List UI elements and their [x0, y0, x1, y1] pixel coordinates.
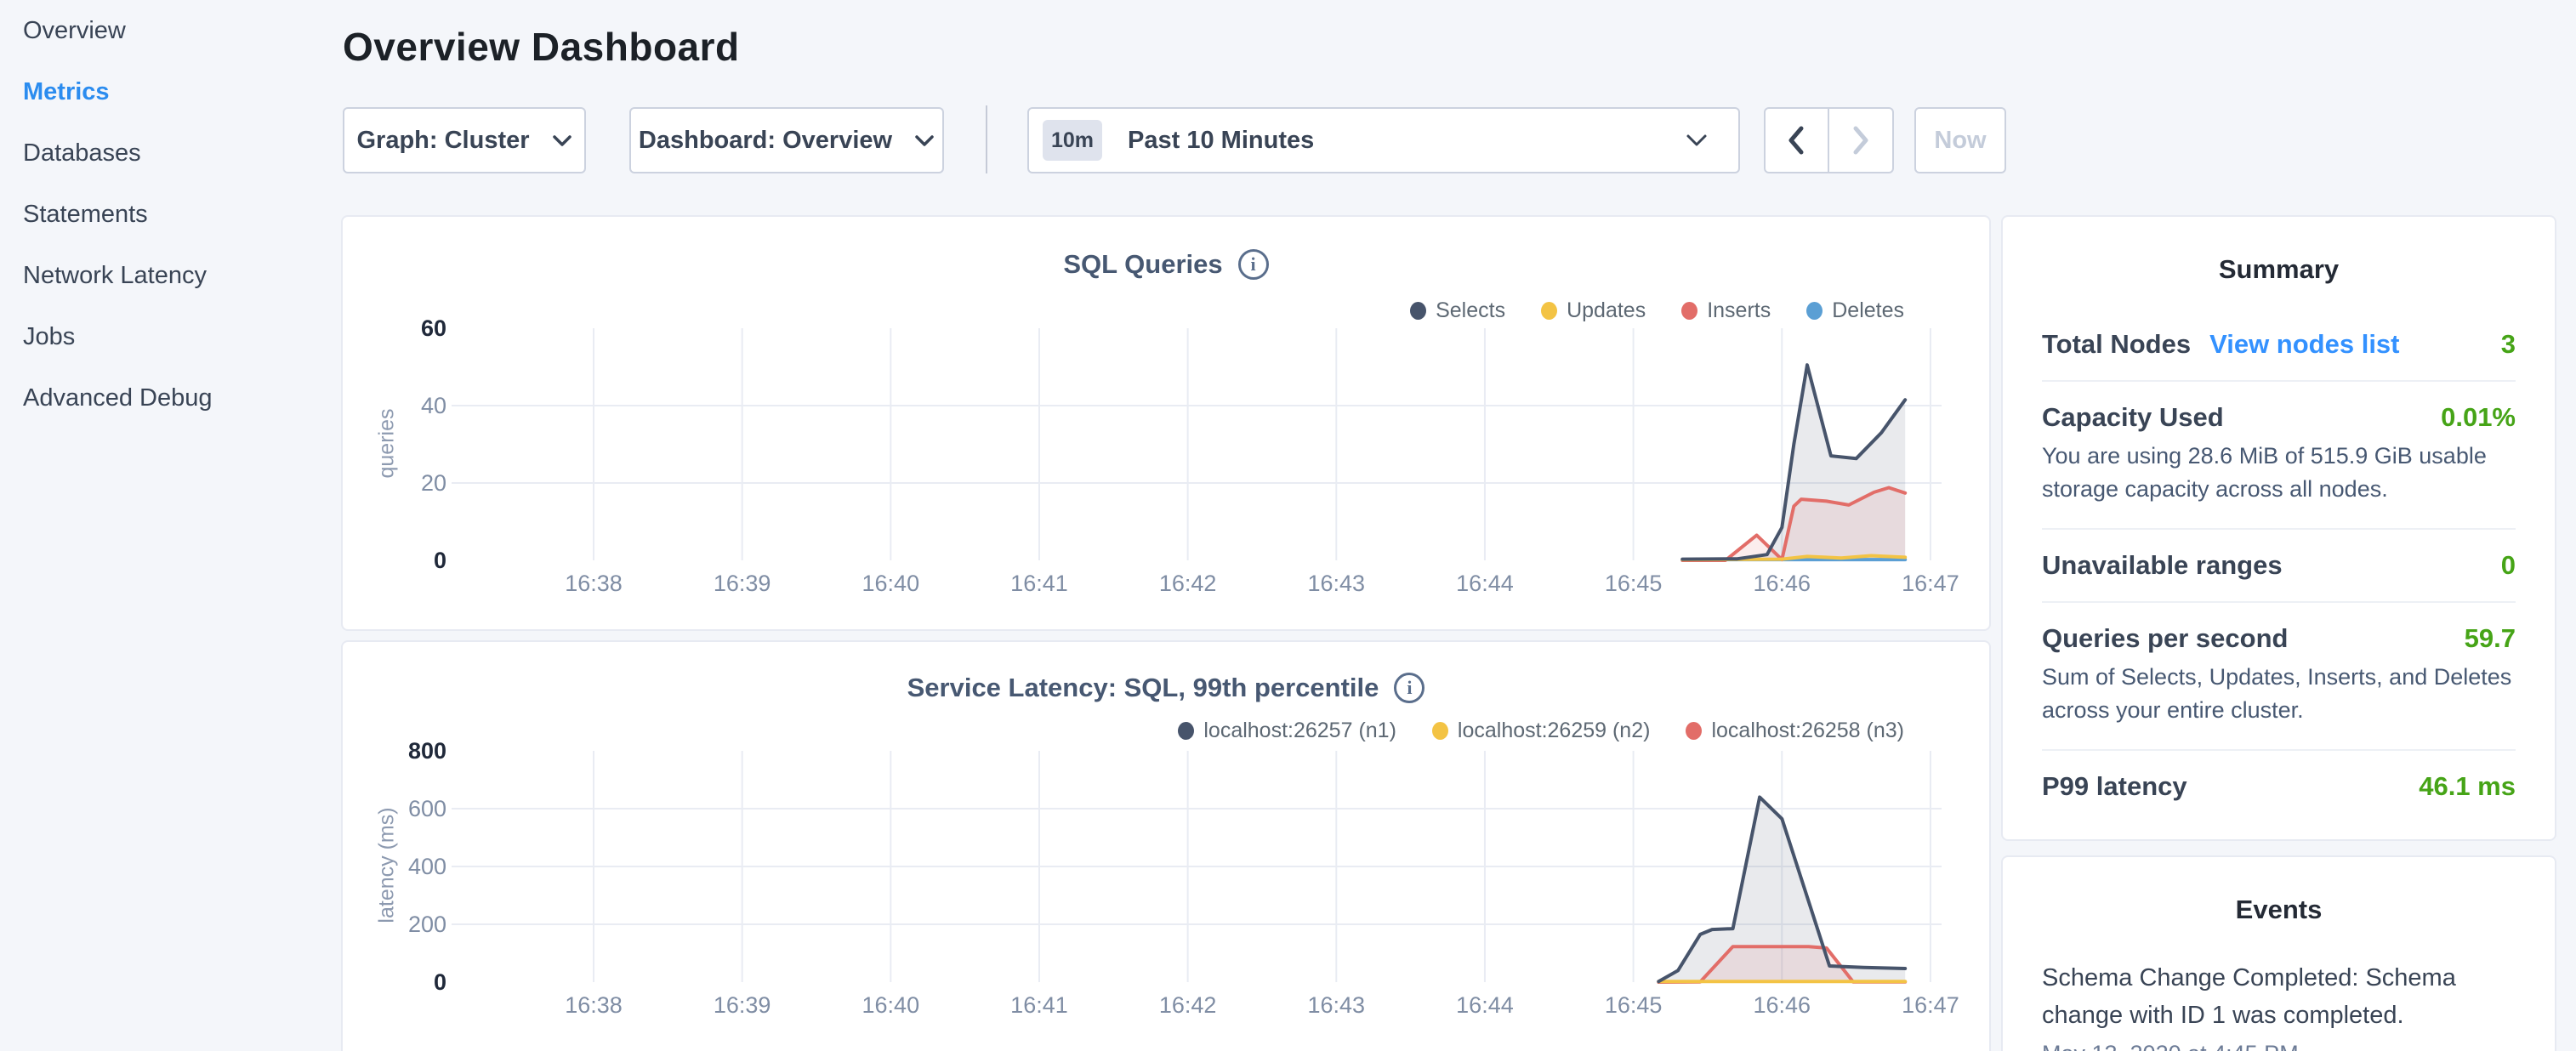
chart-plot-area[interactable] — [343, 217, 1989, 629]
sql-queries-chart-card: SQL Queries i SelectsUpdatesInsertsDelet… — [341, 215, 1991, 631]
summary-item-value: 46.1 ms — [2419, 771, 2516, 802]
summary-item-value: 0.01% — [2441, 402, 2516, 433]
x-axis-tick: 16:45 — [1574, 571, 1693, 597]
event-item[interactable]: Schema Change Completed: Schema change w… — [2042, 959, 2516, 1051]
chevron-right-icon — [1851, 125, 1870, 156]
summary-item-value: 59.7 — [2465, 623, 2516, 654]
y-axis-tick: 60 — [367, 314, 446, 343]
service-latency-chart-card: Service Latency: SQL, 99th percentile i … — [341, 640, 1991, 1051]
chevron-down-icon — [552, 134, 572, 147]
x-axis-tick: 16:38 — [534, 571, 653, 597]
toolbar-divider — [986, 105, 987, 173]
summary-item: Unavailable ranges 0 — [2042, 528, 2516, 601]
summary-list: Total Nodes View nodes list 3 Capacity Used… — [2042, 329, 2516, 822]
y-axis-tick: 0 — [367, 546, 446, 575]
sidebar-item-network-latency[interactable]: Network Latency — [23, 257, 340, 294]
x-axis-tick: 16:39 — [683, 571, 802, 597]
summary-item: Capacity Used 0.01% You are using 28.6 MiB… — [2042, 380, 2516, 528]
time-step-back-button[interactable] — [1766, 109, 1829, 172]
dashboard-dropdown-label: Dashboard: Overview — [639, 127, 892, 155]
now-button[interactable]: Now — [1914, 107, 2006, 173]
x-axis-tick: 16:42 — [1129, 992, 1248, 1019]
x-axis-tick: 16:46 — [1722, 571, 1841, 597]
y-axis-tick: 400 — [367, 852, 446, 881]
summary-item-description: You are using 28.6 MiB of 515.9 GiB usab… — [2042, 440, 2516, 508]
dashboard-dropdown[interactable]: Dashboard: Overview — [629, 107, 944, 173]
x-axis-tick: 16:38 — [534, 992, 653, 1019]
y-axis-tick: 200 — [367, 910, 446, 939]
sidebar-nav: Overview Metrics Databases Statements Networ… — [23, 12, 340, 417]
time-range-badge: 10m — [1043, 120, 1102, 161]
x-axis-tick: 16:39 — [683, 992, 802, 1019]
summary-item: P99 latency 46.1 ms — [2042, 749, 2516, 822]
sidebar-item-overview[interactable]: Overview — [23, 12, 340, 49]
summary-item: Queries per second 59.7 Sum of Selects, Up… — [2042, 601, 2516, 749]
event-list: Schema Change Completed: Schema change w… — [2042, 959, 2516, 1051]
sidebar-item-advanced-debug[interactable]: Advanced Debug — [23, 379, 340, 417]
x-axis-tick: 16:43 — [1277, 992, 1396, 1019]
event-timestamp: May 13, 2020 at 4:45 PM — [2042, 1041, 2516, 1051]
time-step-forward-button[interactable] — [1829, 109, 1893, 172]
x-axis-tick: 16:44 — [1425, 992, 1544, 1019]
x-axis-tick: 16:44 — [1425, 571, 1544, 597]
x-axis-tick: 16:40 — [831, 992, 950, 1019]
sidebar-item-jobs[interactable]: Jobs — [23, 318, 340, 355]
y-axis-tick: 0 — [367, 968, 446, 997]
summary-item-value: 0 — [2501, 550, 2516, 581]
time-step-buttons — [1764, 107, 1894, 173]
events-panel: Events Schema Change Completed: Schema c… — [2001, 855, 2556, 1051]
graph-scope-dropdown-label: Graph: Cluster — [356, 127, 529, 155]
summary-item-label: Queries per second — [2042, 623, 2288, 654]
time-range-selector[interactable]: 10m Past 10 Minutes — [1027, 107, 1740, 173]
summary-item-label: Capacity Used — [2042, 402, 2224, 433]
sidebar-item-databases[interactable]: Databases — [23, 134, 340, 172]
y-axis-tick: 800 — [367, 736, 446, 765]
summary-item: Total Nodes View nodes list 3 — [2042, 329, 2516, 380]
chevron-down-icon — [914, 134, 935, 147]
y-axis-tick: 40 — [367, 391, 446, 420]
x-axis-tick: 16:41 — [980, 992, 1099, 1019]
chevron-down-icon — [1686, 134, 1708, 147]
sidebar-item-metrics[interactable]: Metrics — [23, 73, 340, 111]
summary-item-description: Sum of Selects, Updates, Inserts, and De… — [2042, 661, 2516, 729]
summary-title: Summary — [2003, 254, 2555, 285]
summary-item-label: Unavailable ranges — [2042, 550, 2283, 581]
events-title: Events — [2003, 895, 2555, 925]
y-axis-tick: 20 — [367, 469, 446, 497]
chevron-left-icon — [1787, 125, 1805, 156]
x-axis-tick: 16:42 — [1129, 571, 1248, 597]
x-axis-tick: 16:45 — [1574, 992, 1693, 1019]
chart-plot-area[interactable] — [343, 642, 1989, 1051]
x-axis-tick: 16:43 — [1277, 571, 1396, 597]
x-axis-tick: 16:46 — [1722, 992, 1841, 1019]
event-message: Schema Change Completed: Schema change w… — [2042, 959, 2516, 1034]
x-axis-tick: 16:47 — [1871, 571, 1990, 597]
summary-panel: Summary Total Nodes View nodes list 3 Capac… — [2001, 215, 2556, 841]
summary-item-label: P99 latency — [2042, 771, 2187, 802]
page-title: Overview Dashboard — [343, 24, 740, 70]
view-nodes-link[interactable]: View nodes list — [2209, 329, 2399, 360]
x-axis-tick: 16:40 — [831, 571, 950, 597]
x-axis-tick: 16:47 — [1871, 992, 1990, 1019]
sidebar: Overview Metrics Databases Statements Networ… — [0, 0, 340, 440]
graph-scope-dropdown[interactable]: Graph: Cluster — [343, 107, 586, 173]
summary-item-value: 3 — [2501, 329, 2516, 360]
summary-item-label: Total Nodes — [2042, 329, 2191, 360]
time-range-label: Past 10 Minutes — [1128, 127, 1314, 155]
sidebar-item-statements[interactable]: Statements — [23, 196, 340, 233]
x-axis-tick: 16:41 — [980, 571, 1099, 597]
y-axis-tick: 600 — [367, 794, 446, 823]
